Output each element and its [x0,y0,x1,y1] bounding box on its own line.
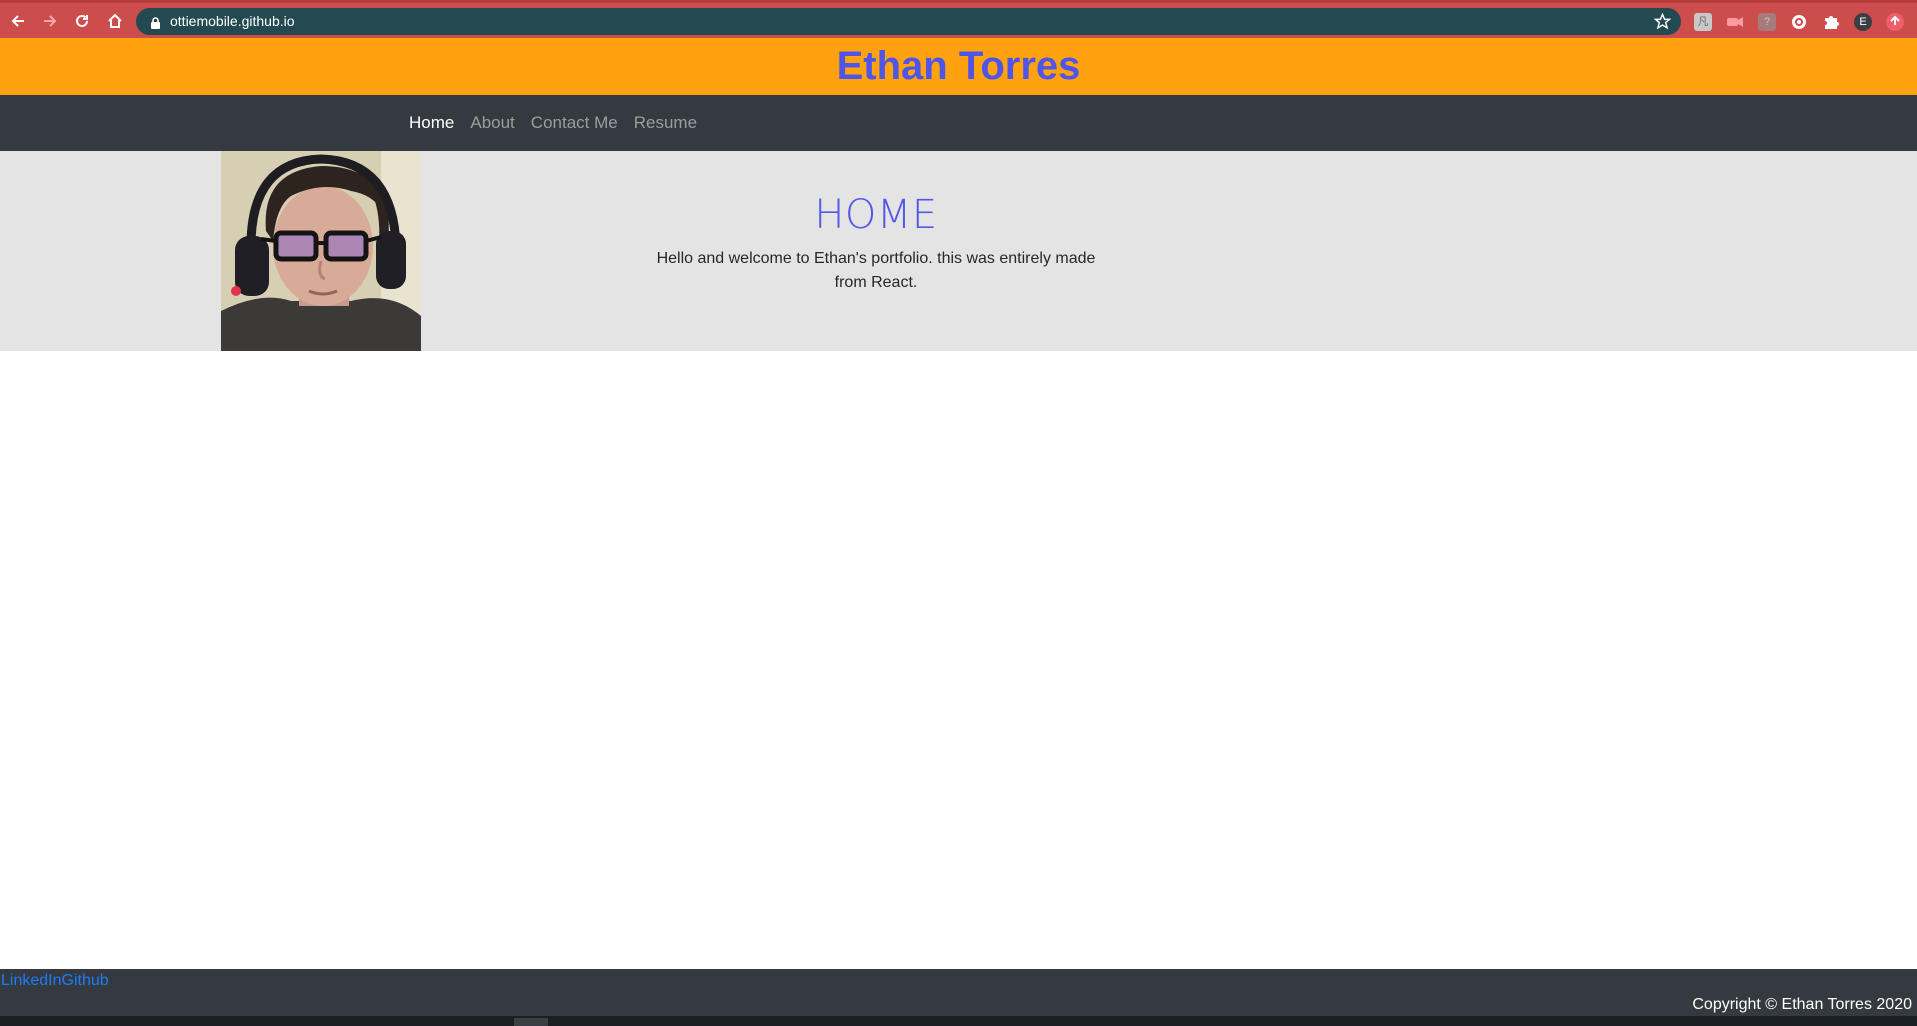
nav-list: Home About Contact Me Resume [409,95,713,151]
linkedin-link[interactable]: LinkedIn [1,972,62,989]
nav-item-about[interactable]: About [470,113,514,133]
site-footer: LinkedInGithub Copyright © Ethan Torres … [0,969,1917,1016]
nav-item-resume[interactable]: Resume [634,113,697,133]
hero-text: Hello and welcome to Ethan's portfolio. … [656,250,1096,291]
profile-photo [221,151,421,351]
lock-icon[interactable] [150,15,161,34]
github-link[interactable]: Github [62,972,109,989]
extension-2-icon[interactable] [1726,13,1744,31]
extensions-puzzle-icon[interactable] [1822,13,1840,31]
extension-1-icon[interactable]: 凡 [1694,13,1712,31]
extension-3-icon[interactable]: ? [1758,13,1776,31]
forward-arrow-icon[interactable] [39,10,61,32]
site-header: Ethan Torres [0,38,1917,95]
reload-icon[interactable] [71,10,93,32]
browser-toolbar: ottiemobile.github.io 凡 ? E [0,0,1917,38]
taskbar-active-item[interactable] [514,1018,548,1026]
nav-item-home[interactable]: Home [409,113,454,133]
nav-item-contact[interactable]: Contact Me [531,113,618,133]
copyright-text: Copyright © Ethan Torres 2020 [1692,996,1912,1013]
hero-content: HOME Hello and welcome to Ethan's portfo… [656,191,1096,295]
os-taskbar [0,1016,1917,1026]
main-nav: Home About Contact Me Resume [0,95,1917,151]
home-icon[interactable] [104,10,126,32]
back-arrow-icon[interactable] [7,10,29,32]
hero-section: HOME Hello and welcome to Ethan's portfo… [0,151,1917,351]
profile-avatar[interactable]: E [1854,13,1872,31]
update-icon[interactable] [1886,13,1904,31]
hero-heading: HOME [814,192,938,238]
star-icon[interactable] [1653,12,1672,34]
footer-links: LinkedInGithub [1,971,109,991]
url-text[interactable]: ottiemobile.github.io [170,13,295,30]
site-title: Ethan Torres [836,44,1081,88]
extension-4-icon[interactable] [1790,13,1808,31]
address-bar[interactable]: ottiemobile.github.io [136,8,1681,35]
